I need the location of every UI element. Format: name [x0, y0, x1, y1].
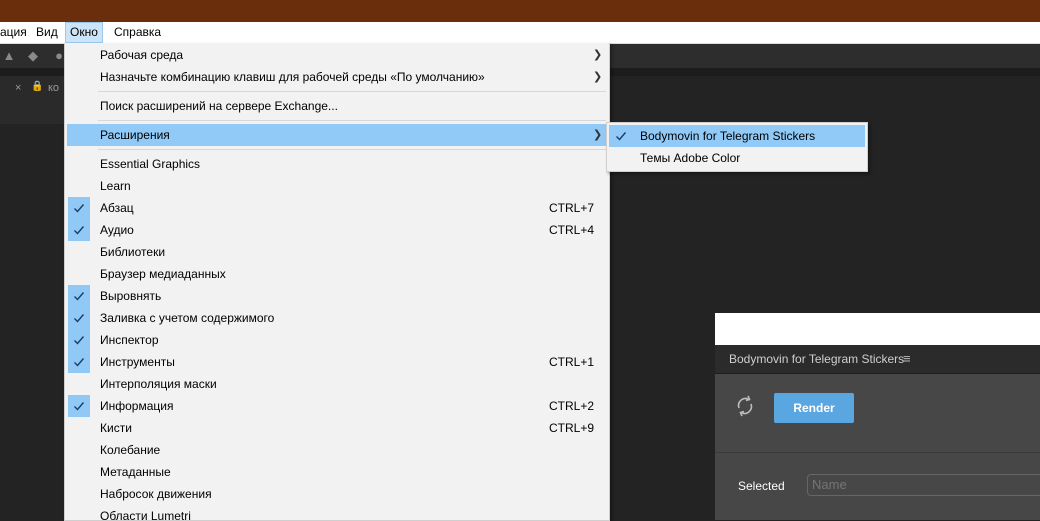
menu-item-label: Интерполяция маски [100, 377, 217, 391]
menu-window[interactable]: Окно [65, 22, 103, 43]
menu-animation[interactable]: ация [0, 22, 31, 43]
stamp-tool-icon[interactable]: ▲ [2, 49, 16, 63]
submenu-item-adobe-color-themes[interactable]: Темы Adobe Color [609, 147, 865, 169]
menu-item-mask-interpolation[interactable]: Интерполяция маски [67, 373, 607, 395]
menu-item-label: Essential Graphics [100, 157, 201, 171]
menu-item-label: Поиск расширений на сервере Exchange... [100, 99, 338, 113]
bodymovin-panel-header: Bodymovin for Telegram Stickers ≡ [715, 345, 1040, 374]
menu-item-assign-shortcut[interactable]: Назначьте комбинацию клавиш для рабочей … [67, 66, 607, 88]
panel-divider [715, 452, 1040, 453]
menu-item-label: Браузер медиаданных [100, 267, 226, 281]
menu-item-label: Информация [100, 399, 174, 413]
menu-item-wiggler[interactable]: Колебание [67, 439, 607, 461]
panel-menu-icon[interactable]: ≡ [903, 351, 911, 366]
submenu-item-label: Bodymovin for Telegram Stickers [640, 129, 816, 143]
menu-item-label: Колебание [100, 443, 161, 457]
menu-item-shortcut: CTRL+2 [549, 399, 595, 413]
menu-item-extensions[interactable]: Расширения ❯ [67, 124, 607, 146]
checkmark-icon [610, 125, 632, 147]
menu-view[interactable]: Вид [32, 22, 62, 43]
menu-item-shortcut: CTRL+1 [549, 355, 595, 369]
composition-panel-tab: × 🔒 ко [0, 76, 64, 125]
menu-item-info[interactable]: Информация CTRL+2 [67, 395, 607, 417]
menu-item-label: Аудио [100, 223, 134, 237]
render-button[interactable]: Render [774, 393, 854, 423]
menu-bar: ация Вид Окно Справка [0, 22, 1040, 44]
menu-item-essential-graphics[interactable]: Essential Graphics [67, 153, 607, 175]
menu-item-metadata[interactable]: Метаданные [67, 461, 607, 483]
chevron-right-icon: ❯ [593, 129, 603, 141]
menu-item-label: Метаданные [100, 465, 171, 479]
checkmark-icon [68, 285, 90, 307]
checkmark-icon [68, 219, 90, 241]
window-title-bar [0, 0, 1040, 22]
menu-item-brushes[interactable]: Кисти CTRL+9 [67, 417, 607, 439]
menu-separator [98, 149, 606, 150]
menu-item-label: Расширения [100, 128, 170, 142]
menu-item-learn[interactable]: Learn [67, 175, 607, 197]
menu-item-label: Абзац [100, 201, 134, 215]
menu-item-label: Заливка с учетом содержимого [100, 311, 275, 325]
bodymovin-panel: Render Selected [715, 374, 1040, 520]
chevron-right-icon: ❯ [593, 71, 603, 83]
menu-item-motion-sketch[interactable]: Набросок движения [67, 483, 607, 505]
menu-item-inspector[interactable]: Инспектор [67, 329, 607, 351]
eraser-tool-icon[interactable]: ◆ [26, 49, 40, 63]
window-menu-dropdown: Рабочая среда ❯ Назначьте комбинацию кла… [64, 43, 610, 521]
menu-item-shortcut: CTRL+4 [549, 223, 595, 237]
menu-help[interactable]: Справка [110, 22, 165, 43]
selected-label: Selected [738, 479, 785, 493]
extensions-submenu: Bodymovin for Telegram Stickers Темы Ado… [606, 122, 868, 172]
close-tab-icon[interactable]: × [15, 82, 21, 94]
menu-item-libraries[interactable]: Библиотеки [67, 241, 607, 263]
menu-item-shortcut: CTRL+7 [549, 201, 595, 215]
menu-separator [98, 120, 606, 121]
menu-item-label: Области Lumetri [100, 509, 191, 521]
workspace-area [0, 124, 64, 520]
chevron-right-icon: ❯ [593, 49, 603, 61]
submenu-item-bodymovin[interactable]: Bodymovin for Telegram Stickers [609, 125, 865, 147]
menu-item-paragraph[interactable]: Абзац CTRL+7 [67, 197, 607, 219]
menu-item-media-browser[interactable]: Браузер медиаданных [67, 263, 607, 285]
refresh-icon[interactable] [733, 394, 757, 418]
menu-item-label: Инспектор [100, 333, 159, 347]
menu-item-audio[interactable]: Аудио CTRL+4 [67, 219, 607, 241]
menu-item-label: Библиотеки [100, 245, 166, 259]
checkmark-icon [68, 307, 90, 329]
checkmark-icon [68, 197, 90, 219]
checkmark-icon [68, 395, 90, 417]
name-search-input[interactable] [807, 474, 1040, 496]
submenu-item-label: Темы Adobe Color [640, 151, 741, 165]
menu-item-content-aware-fill[interactable]: Заливка с учетом содержимого [67, 307, 607, 329]
checkmark-icon [68, 329, 90, 351]
menu-item-align[interactable]: Выровнять [67, 285, 607, 307]
menu-item-label: Инструменты [100, 355, 175, 369]
menu-item-tools[interactable]: Инструменты CTRL+1 [67, 351, 607, 373]
menu-item-label: Кисти [100, 421, 132, 435]
menu-item-workspace[interactable]: Рабочая среда ❯ [67, 44, 607, 66]
menu-item-label: Назначьте комбинацию клавиш для рабочей … [100, 70, 485, 84]
panel-title: Bodymovin for Telegram Stickers [729, 352, 905, 366]
menu-separator [98, 91, 606, 92]
menu-item-label: Learn [100, 179, 131, 193]
menu-item-lumetri-scopes[interactable]: Области Lumetri [67, 505, 607, 521]
menu-item-label: Выровнять [100, 289, 162, 303]
composition-tab-label[interactable]: ко [48, 82, 59, 94]
lock-icon[interactable]: 🔒 [31, 81, 43, 92]
checkmark-icon [68, 351, 90, 373]
menu-item-label: Набросок движения [100, 487, 212, 501]
menu-item-find-extensions[interactable]: Поиск расширений на сервере Exchange... [67, 95, 607, 117]
menu-item-shortcut: CTRL+9 [549, 421, 595, 435]
panel-blank-area [715, 313, 1040, 345]
menu-item-label: Рабочая среда [100, 48, 184, 62]
